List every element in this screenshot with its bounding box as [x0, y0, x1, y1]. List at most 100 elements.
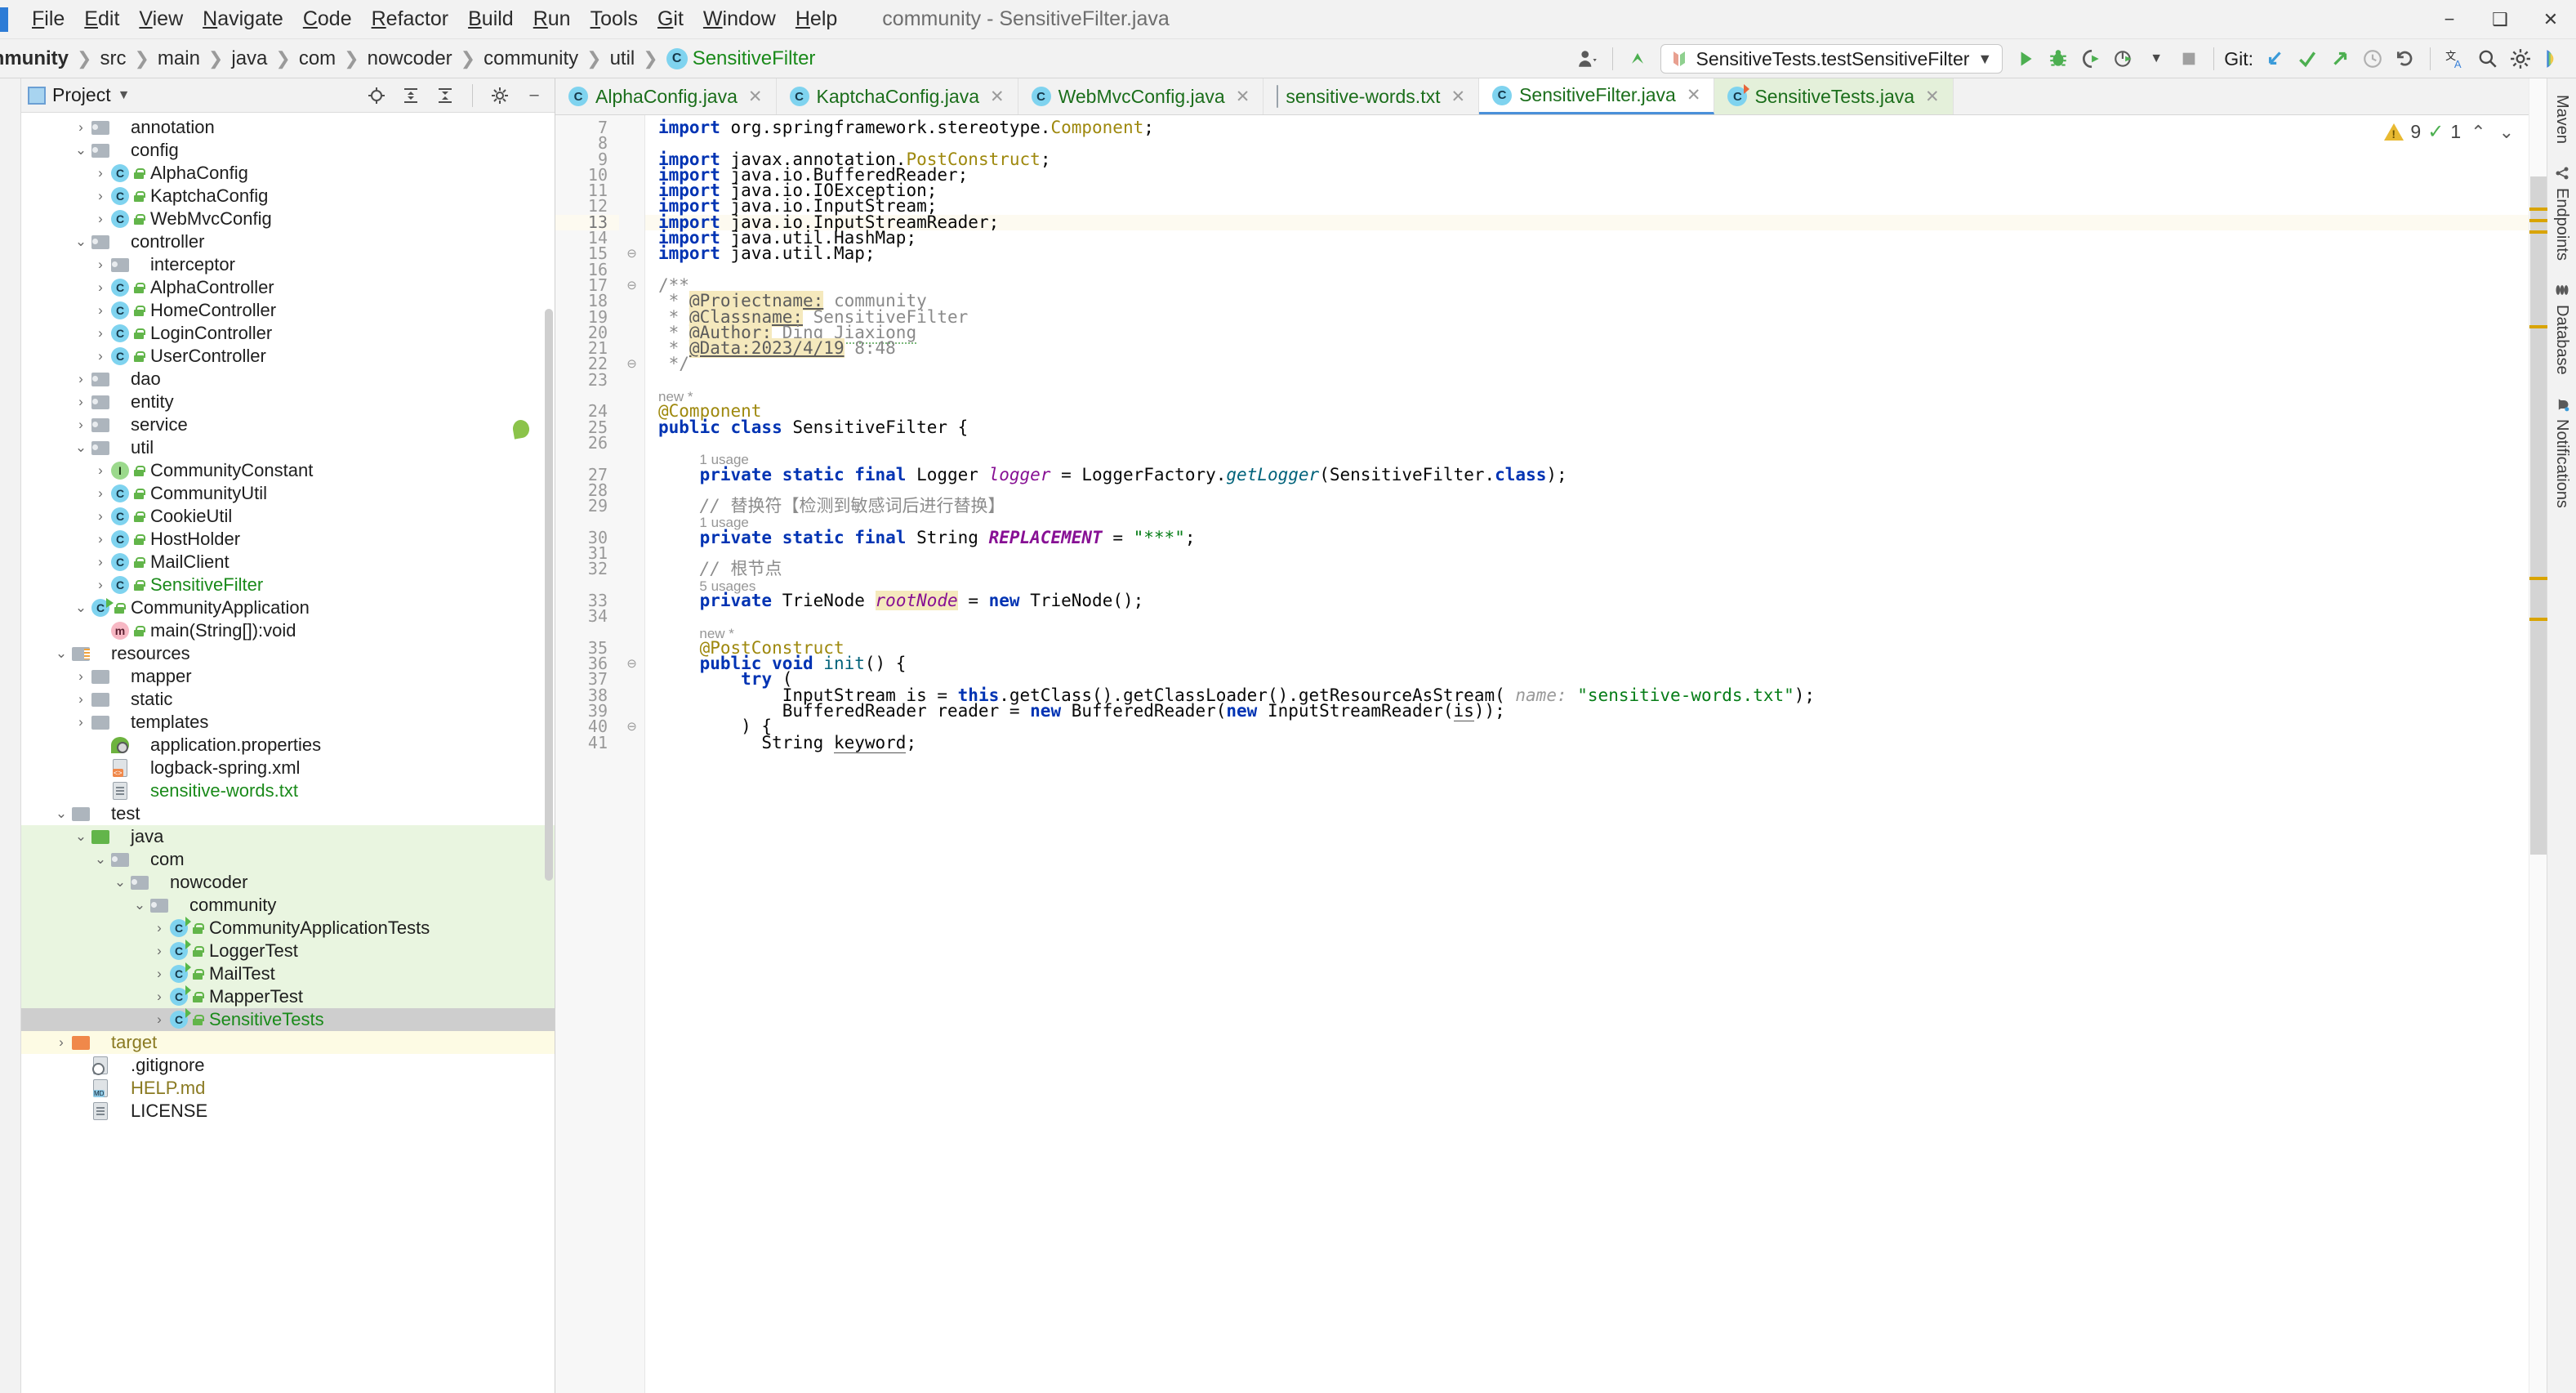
close-icon[interactable]: ✕: [1451, 87, 1465, 107]
tree-node-templates[interactable]: › templates: [21, 711, 555, 734]
search-icon[interactable]: [2473, 44, 2502, 74]
close-button[interactable]: ✕: [2525, 0, 2576, 39]
breadcrumb[interactable]: mmunity ❯ src ❯ main ❯ java ❯ com ❯ nowcoder ❯ commu…: [0, 46, 820, 72]
tree-node-communityutil[interactable]: › C CommunityUtil: [21, 482, 555, 505]
git-update-icon[interactable]: [2260, 44, 2289, 74]
tree-node-config[interactable]: ⌄ config: [21, 139, 555, 162]
tree-node-mappertest[interactable]: › C MapperTest: [21, 985, 555, 1008]
chevron-right-icon[interactable]: ›: [72, 394, 90, 410]
project-tree[interactable]: › annotation ⌄ config › C AlphaConfig › C Kaptcha…: [21, 113, 555, 1393]
chevron-right-icon[interactable]: ›: [72, 119, 90, 136]
editor-tab-webmvcconfig-java[interactable]: C WebMvcConfig.java ✕: [1018, 78, 1264, 114]
tree-node-service[interactable]: › service: [21, 413, 555, 436]
tree-node-com[interactable]: ⌄ com: [21, 848, 555, 871]
chevron-right-icon[interactable]: ›: [91, 325, 109, 342]
tree-node-homecontroller[interactable]: › C HomeController: [21, 299, 555, 322]
fold-toggle-icon[interactable]: ⊖: [619, 246, 644, 261]
tree-node-sensitivetests[interactable]: › C SensitiveTests: [21, 1008, 555, 1031]
tree-node-communityapplication[interactable]: ⌄ C CommunityApplication: [21, 596, 555, 619]
tree-node-loggertest[interactable]: › C LoggerTest: [21, 940, 555, 962]
chevron-right-icon[interactable]: ›: [150, 943, 168, 959]
breadcrumb-item-java[interactable]: java: [226, 46, 272, 72]
tree-node-help-md[interactable]: › HELP.md: [21, 1077, 555, 1100]
run-with-coverage-icon[interactable]: [2076, 44, 2106, 74]
chevron-right-icon[interactable]: ›: [72, 668, 90, 685]
chevron-right-icon[interactable]: ›: [91, 257, 109, 273]
inspection-widget[interactable]: 9 ✓ 1 ⌃ ⌄: [2384, 120, 2517, 144]
chevron-down-icon[interactable]: ⌄: [131, 897, 149, 913]
chevron-right-icon[interactable]: ›: [91, 623, 109, 639]
tree-node-nowcoder[interactable]: ⌄ nowcoder: [21, 871, 555, 894]
git-push-icon[interactable]: [2325, 44, 2355, 74]
menu-git[interactable]: Git: [648, 4, 693, 34]
profiler-icon[interactable]: [2109, 44, 2138, 74]
tree-node--gitignore[interactable]: › .gitignore: [21, 1054, 555, 1077]
scrollbar-thumb[interactable]: [2530, 176, 2547, 855]
chevron-down-icon[interactable]: ▼: [118, 88, 131, 103]
tree-node-communityapplicationtests[interactable]: › C CommunityApplicationTests: [21, 917, 555, 940]
tree-node-static[interactable]: › static: [21, 688, 555, 711]
chevron-right-icon[interactable]: ›: [150, 966, 168, 982]
git-rollback-icon[interactable]: [2391, 44, 2420, 74]
tree-node-hostholder[interactable]: › C HostHolder: [21, 528, 555, 551]
breadcrumb-item-nowcoder[interactable]: nowcoder: [363, 46, 457, 72]
expand-all-icon[interactable]: [397, 82, 425, 109]
menu-tools[interactable]: Tools: [582, 4, 647, 34]
tree-node-interceptor[interactable]: › interceptor: [21, 253, 555, 276]
chevron-down-icon[interactable]: ⌄: [91, 851, 109, 868]
fold-toggle-icon[interactable]: ⊖: [619, 278, 644, 293]
chevron-right-icon[interactable]: ›: [91, 279, 109, 296]
translate-icon[interactable]: 文A: [2440, 44, 2470, 74]
chevron-down-icon[interactable]: ⌄: [52, 645, 70, 662]
chevron-right-icon[interactable]: ›: [91, 462, 109, 479]
chevron-right-icon[interactable]: ›: [150, 1011, 168, 1028]
tree-node-resources[interactable]: ⌄ resources: [21, 642, 555, 665]
fold-toggle-icon[interactable]: ⊖: [619, 719, 644, 734]
tree-node-entity[interactable]: › entity: [21, 391, 555, 413]
chevron-right-icon[interactable]: ›: [72, 417, 90, 433]
tree-node-util[interactable]: ⌄ util: [21, 436, 555, 459]
editor-tab-kaptchaconfig-java[interactable]: C KaptchaConfig.java ✕: [777, 78, 1018, 114]
collapse-all-icon[interactable]: [431, 82, 459, 109]
chevron-right-icon[interactable]: ›: [91, 302, 109, 319]
tree-node-target[interactable]: › target: [21, 1031, 555, 1054]
tree-node-license[interactable]: › LICENSE: [21, 1100, 555, 1123]
tree-node-main-string-void[interactable]: ›m main(String[]):void: [21, 619, 555, 642]
menu-help[interactable]: Help: [787, 4, 846, 34]
tree-node-community[interactable]: ⌄ community: [21, 894, 555, 917]
chevron-right-icon[interactable]: ›: [72, 1080, 90, 1096]
tree-node-mailtest[interactable]: › C MailTest: [21, 962, 555, 985]
menu-view[interactable]: View: [130, 4, 192, 34]
code-content[interactable]: import org.springframework.stereotype.Co…: [645, 115, 2529, 1393]
chevron-right-icon[interactable]: ›: [150, 920, 168, 936]
close-icon[interactable]: ✕: [748, 87, 763, 107]
breadcrumb-item-community[interactable]: community: [479, 46, 583, 72]
chevron-right-icon[interactable]: ›: [91, 737, 109, 753]
tree-node-controller[interactable]: ⌄ controller: [21, 230, 555, 253]
menu-code[interactable]: Code: [294, 4, 361, 34]
menu-run[interactable]: Run: [524, 4, 580, 34]
menu-window[interactable]: Window: [694, 4, 785, 34]
tree-node-application-properties[interactable]: › application.properties: [21, 734, 555, 757]
tree-node-mailclient[interactable]: › C MailClient: [21, 551, 555, 574]
chevron-right-icon[interactable]: ›: [91, 211, 109, 227]
tree-node-mapper[interactable]: › mapper: [21, 665, 555, 688]
breadcrumb-item-util[interactable]: util: [605, 46, 640, 72]
tree-node-sensitivefilter[interactable]: › C SensitiveFilter: [21, 574, 555, 596]
rail-item-maven[interactable]: Maven: [2551, 88, 2573, 150]
chevron-right-icon[interactable]: ›: [91, 577, 109, 593]
chevron-right-icon[interactable]: ›: [72, 691, 90, 708]
chevron-right-icon[interactable]: ›: [91, 760, 109, 776]
chevron-down-icon[interactable]: ▼: [1977, 51, 1992, 68]
chevron-right-icon[interactable]: ›: [72, 1103, 90, 1119]
rail-item-notifications[interactable]: Notifications: [2551, 390, 2573, 515]
tree-node-sensitive-words-txt[interactable]: › sensitive-words.txt: [21, 779, 555, 802]
chevron-right-icon[interactable]: ›: [91, 508, 109, 525]
menu-build[interactable]: Build: [459, 4, 523, 34]
debug-icon[interactable]: [2043, 44, 2073, 74]
tree-node-alphacontroller[interactable]: › C AlphaController: [21, 276, 555, 299]
stop-icon[interactable]: [2174, 44, 2204, 74]
gear-icon[interactable]: [2506, 44, 2535, 74]
run-configuration-selector[interactable]: SensitiveTests.testSensitiveFilter ▼: [1660, 44, 2003, 74]
hide-panel-icon[interactable]: –: [520, 82, 548, 109]
